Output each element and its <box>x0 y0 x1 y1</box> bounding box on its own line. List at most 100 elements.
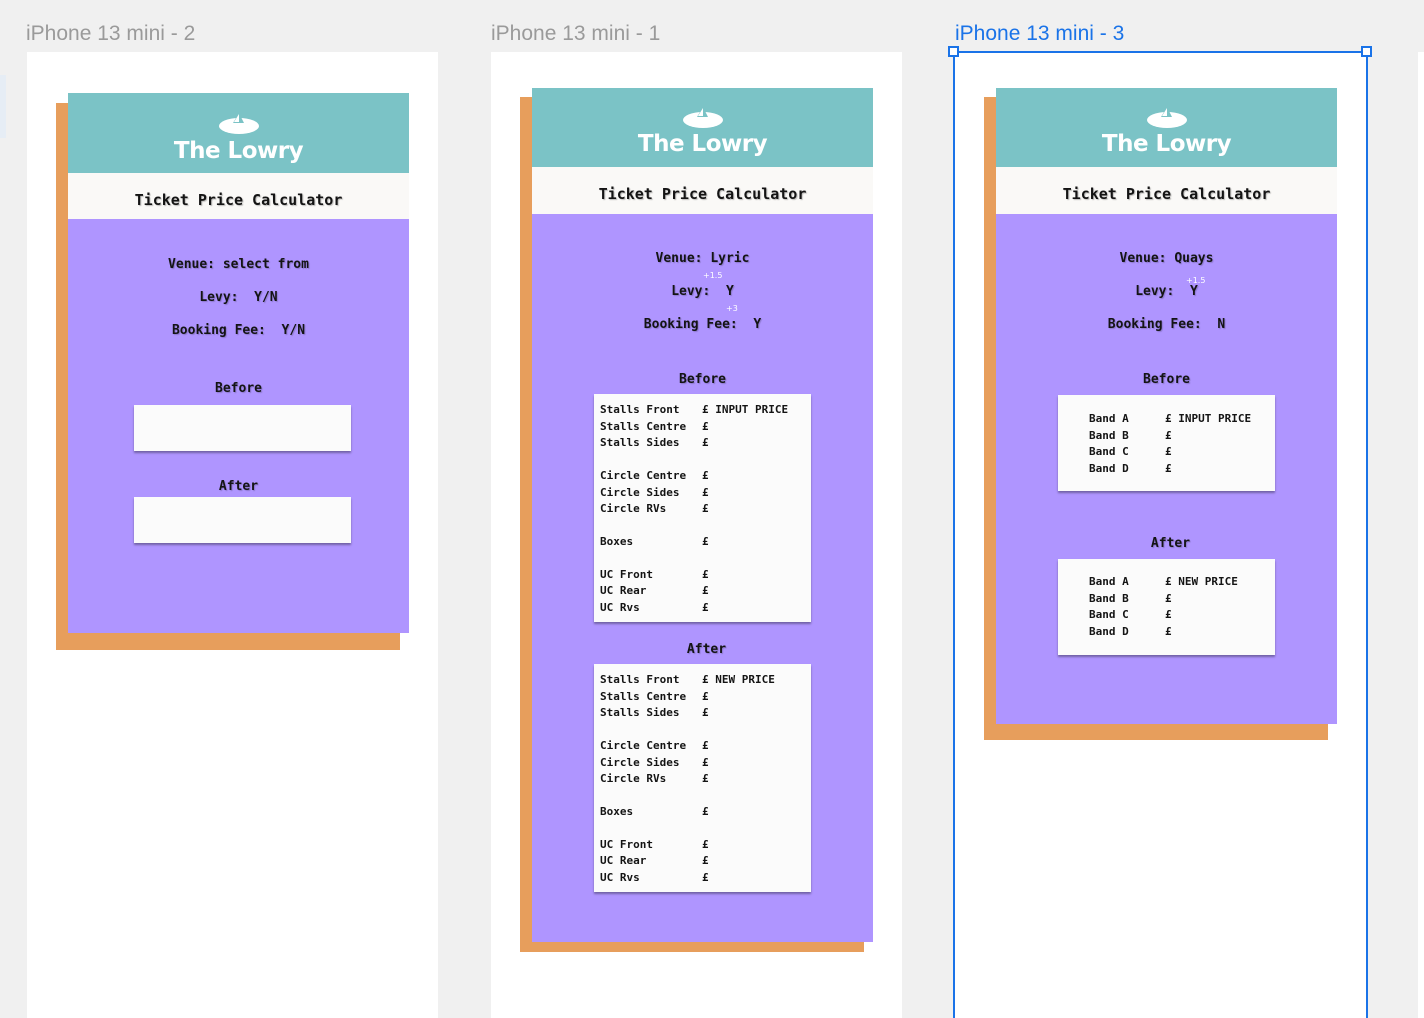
calculator-panel: Venue: select from Levy: Y/N Booking Fee… <box>68 219 409 633</box>
price-value: £ <box>1165 592 1172 605</box>
price-row: Circle Centre <box>600 739 687 752</box>
price-value: £ <box>702 436 709 449</box>
calculator-panel: Venue: Quays +1.5 Levy: Y Booking Fee: N… <box>996 214 1337 724</box>
after-label: After <box>1150 536 1191 551</box>
before-price-input[interactable] <box>134 405 351 451</box>
price-row: Band C <box>1089 608 1129 621</box>
price-row: Circle Sides <box>600 486 680 499</box>
price-row: Stalls Front <box>600 403 680 416</box>
calculator-card: The Lowry Ticket Price Calculator Venue:… <box>532 88 873 943</box>
price-row: Stalls Centre <box>600 690 687 703</box>
frame-iphone-13-mini-1[interactable]: The Lowry Ticket Price Calculator Venue:… <box>491 52 902 1018</box>
price-row: UC Rvs <box>600 871 640 884</box>
after-price-table: Band A £ NEW PRICE Band B £ Band C £ Band D… <box>1058 559 1275 655</box>
levy-field[interactable]: Levy: Y <box>532 284 873 299</box>
price-value: £ <box>702 690 709 703</box>
frame-label[interactable]: iPhone 13 mini - 3 <box>955 22 1124 46</box>
price-value: £ <box>702 854 709 867</box>
lowry-logo-icon <box>682 107 723 128</box>
price-value: £ <box>702 420 709 433</box>
price-value: £ <box>1165 625 1172 638</box>
resize-handle-top-left[interactable] <box>948 46 959 57</box>
frame-label[interactable]: iPhone 13 mini - 1 <box>491 22 660 46</box>
price-value: £ <box>1165 608 1172 621</box>
resize-handle-top-right[interactable] <box>1361 46 1372 57</box>
price-value: £ <box>702 502 709 515</box>
price-row: Band B <box>1089 592 1129 605</box>
selection-border-right <box>1366 51 1368 1018</box>
page-title: Ticket Price Calculator <box>996 167 1337 214</box>
price-row: UC Rvs <box>600 601 640 614</box>
price-row: Band D <box>1089 462 1129 475</box>
left-canvas-marker <box>0 75 6 138</box>
price-row: Band D <box>1089 625 1129 638</box>
price-row: Circle Centre <box>600 469 687 482</box>
levy-field[interactable]: Levy: Y <box>996 284 1337 299</box>
price-value: £ <box>702 568 709 581</box>
venue-field[interactable]: Venue: Lyric <box>532 251 873 266</box>
price-value: £ <box>702 772 709 785</box>
after-label: After <box>218 479 259 494</box>
before-price-table[interactable]: Band A £ INPUT PRICE Band B £ Band C £ Band… <box>1058 395 1275 491</box>
frame-iphone-13-mini-2[interactable]: The Lowry Ticket Price Calculator Venue:… <box>27 52 438 1018</box>
frame-iphone-13-mini-3[interactable]: The Lowry Ticket Price Calculator Venue:… <box>955 52 1366 1018</box>
after-price-output <box>134 497 351 543</box>
header-banner: The Lowry <box>532 88 873 167</box>
calculator-panel: Venue: Lyric +1.5 Levy: Y +3 Booking Fee… <box>532 214 873 942</box>
calculator-card: The Lowry Ticket Price Calculator Venue:… <box>68 93 409 633</box>
price-row: Stalls Centre <box>600 420 687 433</box>
price-row: Band A <box>1089 412 1129 425</box>
price-value: £ <box>702 805 709 818</box>
logo-text: The Lowry <box>637 131 768 157</box>
booking-fee-field[interactable]: Booking Fee: Y/N <box>68 323 409 338</box>
header-banner: The Lowry <box>996 88 1337 167</box>
price-row: Stalls Sides <box>600 706 680 719</box>
next-frame-edge <box>1418 52 1424 1018</box>
price-row: UC Rear <box>600 854 647 867</box>
frame-label[interactable]: iPhone 13 mini - 2 <box>26 22 195 46</box>
price-row: Stalls Front <box>600 673 680 686</box>
price-row: Band B <box>1089 429 1129 442</box>
price-value: £ <box>702 601 709 614</box>
booking-fee-field[interactable]: Booking Fee: N <box>996 317 1337 332</box>
levy-note: +1.5 <box>703 271 723 280</box>
price-row: Band A <box>1089 575 1129 588</box>
price-value: £ NEW PRICE <box>1165 575 1238 588</box>
price-row: Circle Sides <box>600 756 680 769</box>
levy-field[interactable]: Levy: Y/N <box>68 290 409 305</box>
after-label: After <box>686 642 727 657</box>
after-price-table: Stalls Front £ NEW PRICE Stalls Centre £ S… <box>594 664 811 892</box>
booking-fee-note: +3 <box>726 304 738 313</box>
price-value: £ <box>1165 429 1172 442</box>
lowry-logo-icon <box>1146 107 1187 128</box>
logo-text: The Lowry <box>173 138 304 164</box>
header-banner: The Lowry <box>68 93 409 173</box>
price-value: £ <box>702 871 709 884</box>
price-value: £ <box>702 584 709 597</box>
price-row: Boxes <box>600 535 634 548</box>
before-label: Before <box>215 381 262 396</box>
price-value: £ <box>702 838 709 851</box>
price-value: £ NEW PRICE <box>702 673 775 686</box>
price-row: Circle RVs <box>600 772 667 785</box>
price-row: UC Rear <box>600 584 647 597</box>
venue-field[interactable]: Venue: Quays <box>996 251 1337 266</box>
lowry-logo-icon <box>218 113 259 134</box>
price-row: Stalls Sides <box>600 436 680 449</box>
price-value: £ INPUT PRICE <box>1165 412 1252 425</box>
selection-border-top <box>954 51 1367 53</box>
price-row: Band C <box>1089 445 1129 458</box>
price-row: UC Front <box>600 568 653 581</box>
price-row: Circle RVs <box>600 502 667 515</box>
price-row: UC Front <box>600 838 653 851</box>
before-label: Before <box>679 372 726 387</box>
price-value: £ <box>702 756 709 769</box>
selection-border-left <box>953 51 955 1018</box>
venue-field[interactable]: Venue: select from <box>68 257 409 272</box>
page-title: Ticket Price Calculator <box>532 167 873 214</box>
price-value: £ <box>702 739 709 752</box>
calculator-card: The Lowry Ticket Price Calculator Venue:… <box>996 88 1337 724</box>
before-price-table[interactable]: Stalls Front £ INPUT PRICE Stalls Centre £… <box>594 394 811 622</box>
booking-fee-field[interactable]: Booking Fee: Y <box>532 317 873 332</box>
page-title: Ticket Price Calculator <box>68 173 409 219</box>
